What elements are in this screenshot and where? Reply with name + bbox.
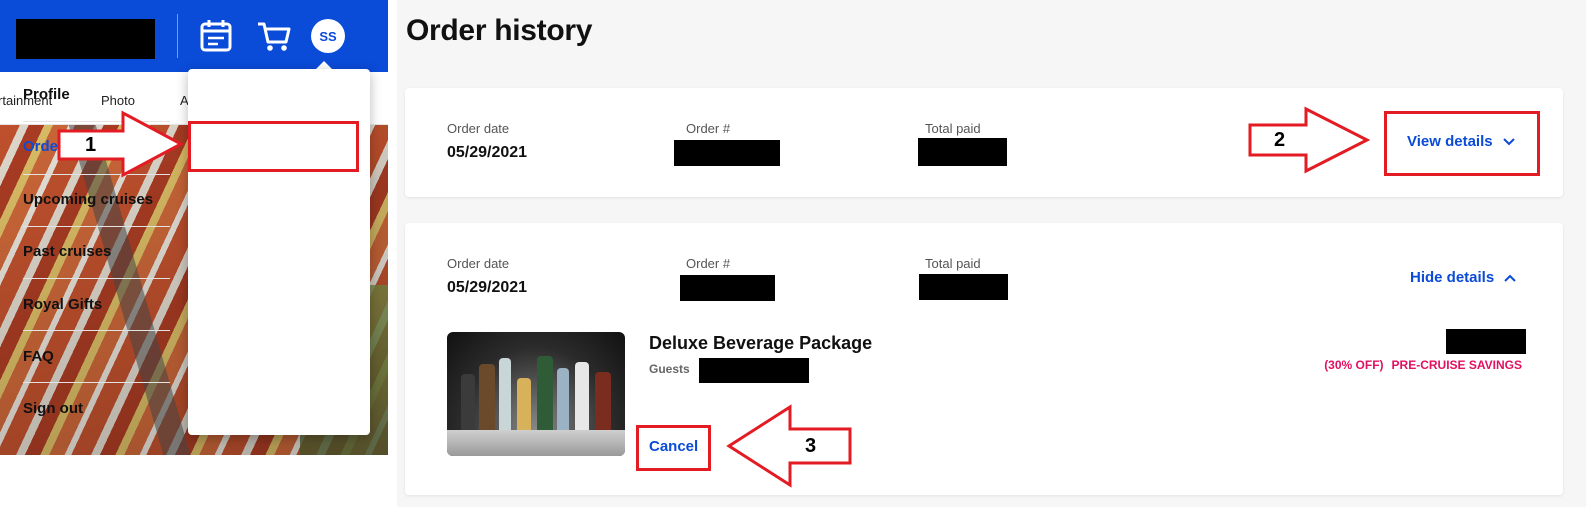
menu-item-sign-out[interactable]: Sign out xyxy=(23,400,160,417)
redacted-guests xyxy=(699,358,809,383)
total-paid-label: Total paid xyxy=(925,121,981,136)
calendar-icon[interactable] xyxy=(198,18,234,54)
annotation-arrow-1 xyxy=(57,110,185,178)
annotation-arrow-3 xyxy=(726,404,852,488)
annotation-number-1: 1 xyxy=(85,134,97,156)
bottle-shape xyxy=(517,378,531,438)
annotation-number-2: 2 xyxy=(1274,129,1286,151)
guests-label: Guests xyxy=(649,362,690,376)
table-surface xyxy=(447,430,625,456)
menu-divider xyxy=(23,382,170,383)
menu-item-past-cruises[interactable]: Past cruises xyxy=(23,243,160,260)
order-date-value: 05/29/2021 xyxy=(447,144,528,161)
menu-item-faq[interactable]: FAQ xyxy=(23,348,160,365)
bottle-shape xyxy=(575,362,589,438)
bottle-shape xyxy=(461,374,475,438)
highlight-box-view-details xyxy=(1384,111,1540,176)
menu-divider xyxy=(23,226,170,227)
annotation-number-3: 3 xyxy=(805,435,817,457)
menu-item-profile[interactable]: Profile xyxy=(23,86,160,103)
redacted-total-paid xyxy=(919,274,1008,300)
order-date-label: Order date xyxy=(447,256,510,271)
bottle-shape xyxy=(479,364,495,438)
page-title: Order history xyxy=(406,14,593,47)
highlight-box-cancel xyxy=(636,425,711,471)
total-paid-label: Total paid xyxy=(925,256,981,271)
order-date-value: 05/29/2021 xyxy=(447,279,528,296)
hide-details-label: Hide details xyxy=(1410,269,1495,286)
redacted-logo xyxy=(16,19,155,59)
menu-item-royal-gifts[interactable]: Royal Gifts xyxy=(23,296,160,313)
nav-divider xyxy=(177,14,178,58)
bottle-shape xyxy=(537,356,553,438)
discount-text: (30% OFF) xyxy=(1324,358,1384,372)
hide-details-link[interactable]: Hide details xyxy=(1410,269,1516,286)
redacted-price xyxy=(1446,329,1526,354)
menu-divider xyxy=(23,278,170,279)
bottle-shape xyxy=(595,372,611,438)
menu-item-upcoming-cruises[interactable]: Upcoming cruises xyxy=(23,191,160,208)
redacted-order-number xyxy=(680,275,775,301)
bottle-shape xyxy=(557,368,569,438)
user-avatar[interactable]: SS xyxy=(311,19,345,53)
chevron-up-icon xyxy=(1504,274,1516,282)
highlight-box-order-history xyxy=(188,121,359,172)
redacted-order-number xyxy=(674,140,780,166)
cart-icon[interactable] xyxy=(256,18,292,54)
savings-label: PRE-CRUISE SAVINGS xyxy=(1391,358,1522,372)
bottle-shape xyxy=(499,358,511,438)
product-name: Deluxe Beverage Package xyxy=(649,333,873,353)
menu-divider xyxy=(23,330,170,331)
annotation-arrow-2 xyxy=(1248,106,1371,174)
order-date-label: Order date xyxy=(447,121,510,136)
redacted-total-paid xyxy=(918,138,1007,166)
order-number-label: Order # xyxy=(686,256,731,271)
savings-badge: (30% OFF) PRE-CRUISE SAVINGS xyxy=(1324,358,1522,372)
order-number-label: Order # xyxy=(686,121,731,136)
beverage-package-image xyxy=(447,332,625,456)
